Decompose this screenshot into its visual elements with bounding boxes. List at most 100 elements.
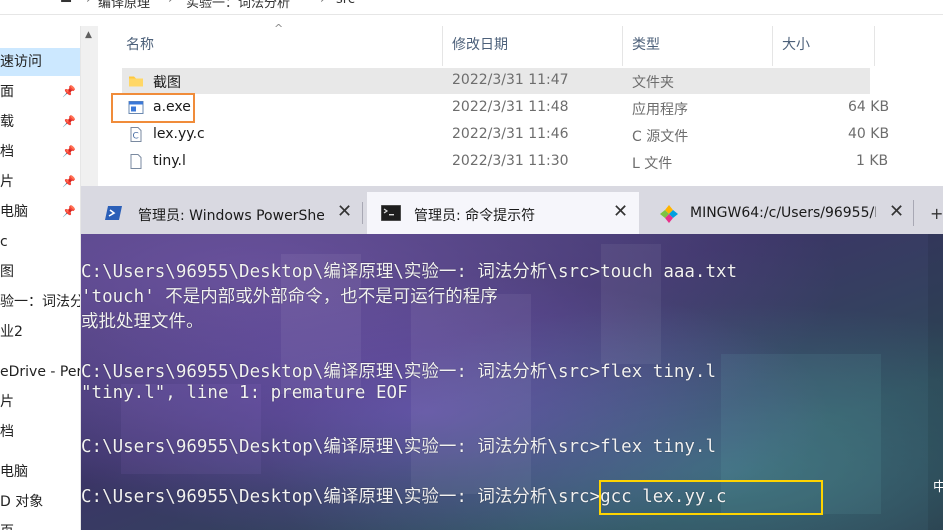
pin-icon: 📌	[62, 205, 76, 218]
tab-label: MINGW64:/c/Users/96955/D	[690, 205, 876, 221]
nav-item-label: 片	[0, 174, 14, 190]
nav-item-3d-objects[interactable]: D 对象	[0, 488, 80, 516]
new-tab-icon[interactable]: +	[930, 204, 943, 223]
nav-item-label: eDrive - Per	[0, 364, 80, 380]
file-name: 截图	[153, 75, 181, 91]
nav-item-desktop[interactable]: 面 📌	[0, 78, 80, 106]
breadcrumb-item[interactable]: 编译原理	[98, 0, 150, 11]
nav-item-lab1[interactable]: 验一：词法分	[0, 288, 80, 316]
tab-command-prompt[interactable]: 管理员: 命令提示符 ✕	[367, 192, 639, 234]
breadcrumb-item[interactable]: src	[336, 0, 355, 7]
folder-icon	[129, 76, 143, 87]
file-date: 2022/3/31 11:48	[452, 99, 569, 115]
nav-item-label: 电脑	[0, 204, 28, 220]
nav-item-label: 业2	[0, 324, 23, 340]
breadcrumb: ▬ › 编译原理 › 实验一：词法分析 › src	[0, 0, 943, 15]
close-icon[interactable]: ✕	[337, 201, 352, 222]
file-date: 2022/3/31 11:46	[452, 126, 569, 142]
nav-item-homework2[interactable]: 业2	[0, 318, 80, 346]
terminal-line: C:\Users\96955\Desktop\编译原理\实验一: 词法分析\sr…	[81, 262, 738, 282]
chevron-right-icon: ›	[86, 0, 91, 7]
column-divider[interactable]	[622, 26, 623, 66]
file-type: C 源文件	[632, 129, 689, 145]
chevron-right-icon: ›	[168, 0, 173, 7]
file-name: lex.yy.c	[153, 126, 205, 142]
file-name: tiny.l	[153, 153, 186, 169]
chevron-right-icon: ›	[320, 0, 325, 7]
cmd-icon	[381, 205, 401, 221]
file-size: 40 KB	[848, 126, 890, 142]
nav-item-label: D 对象	[0, 494, 44, 510]
file-row-screenshots[interactable]: 截图 2022/3/31 11:47 文件夹	[122, 68, 870, 94]
annotation-highlight-gcc-command	[599, 480, 823, 515]
nav-item-c[interactable]: c	[0, 228, 80, 256]
column-header-size[interactable]: 大小	[782, 34, 810, 54]
tab-powershell[interactable]: 管理员: Windows PowerShell ✕	[81, 192, 363, 234]
tab-label: 管理员: Windows PowerShell	[138, 208, 324, 224]
nav-item-this-pc[interactable]: 电脑 📌	[0, 198, 80, 226]
sort-ascending-icon: ^	[274, 22, 284, 35]
pin-icon: 📌	[62, 115, 76, 128]
background-decoration	[411, 294, 531, 494]
nav-item-label: 档	[0, 424, 14, 440]
nav-item-documents[interactable]: 档 📌	[0, 138, 80, 166]
nav-item-label: c	[0, 234, 8, 250]
file-list: ^ 名称 修改日期 类型 大小 截图 2022/3/31 11:47 文件夹 a…	[98, 22, 943, 196]
tab-divider	[362, 202, 363, 224]
breadcrumb-item[interactable]: 实验一：词法分析	[186, 0, 290, 11]
nav-item-videos[interactable]: 页	[0, 518, 80, 530]
file-date: 2022/3/31 11:30	[452, 153, 569, 169]
nav-item-this-pc-2[interactable]: 电脑	[0, 458, 80, 486]
file-type: L 文件	[632, 156, 673, 172]
annotation-highlight-a-exe	[111, 93, 195, 123]
nav-item-quick-access[interactable]: 速访问	[0, 48, 80, 76]
nav-item-screenshots[interactable]: 图	[0, 258, 80, 286]
file-row-a-exe[interactable]: a.exe 2022/3/31 11:48 应用程序 64 KB	[122, 95, 889, 121]
column-divider[interactable]	[772, 26, 773, 66]
pin-icon: 📌	[62, 175, 76, 188]
powershell-icon	[105, 206, 122, 220]
tab-mingw64[interactable]: MINGW64:/c/Users/96955/D ✕ +	[643, 192, 943, 234]
column-header-name[interactable]: 名称	[126, 34, 154, 54]
column-header-type[interactable]: 类型	[632, 34, 660, 54]
terminal-line: 'touch' 不是内部或外部命令，也不是可运行的程序	[81, 287, 498, 307]
tab-label: 管理员: 命令提示符	[414, 208, 536, 224]
close-icon[interactable]: ✕	[613, 201, 628, 222]
nav-item-label: 载	[0, 114, 14, 130]
folder-icon: ▬	[60, 0, 72, 7]
nav-item-label: 图	[0, 264, 14, 280]
nav-item-label: 面	[0, 84, 14, 100]
file-row-lex-yy-c[interactable]: C lex.yy.c 2022/3/31 11:46 C 源文件 40 KB	[122, 122, 889, 148]
navigation-pane: 速访问 面 📌 载 📌 档 📌 片 📌 电脑 📌 c 图 验一：词法分 业2 eDrive…	[0, 26, 80, 530]
file-type: 文件夹	[632, 75, 674, 91]
file-row-tiny-l[interactable]: tiny.l 2022/3/31 11:30 L 文件 1 KB	[122, 149, 888, 175]
nav-item-label: 速访问	[0, 54, 42, 70]
pin-icon: 📌	[62, 145, 76, 158]
nav-item-onedrive-pictures[interactable]: 片	[0, 388, 80, 416]
close-icon[interactable]: ✕	[889, 201, 904, 222]
file-icon	[130, 154, 142, 169]
mingw-icon	[660, 205, 678, 223]
column-divider[interactable]	[442, 26, 443, 66]
tab-divider	[913, 200, 914, 226]
pin-icon: 📌	[62, 85, 76, 98]
nav-item-pictures[interactable]: 片 📌	[0, 168, 80, 196]
nav-item-label: 电脑	[0, 464, 28, 480]
nav-item-label: 档	[0, 144, 14, 160]
nav-item-downloads[interactable]: 载 📌	[0, 108, 80, 136]
file-size: 64 KB	[848, 99, 890, 115]
file-date: 2022/3/31 11:47	[452, 72, 569, 88]
nav-item-onedrive[interactable]: eDrive - Per	[0, 358, 80, 386]
terminal-line: 或批处理文件。	[81, 312, 204, 332]
column-header-date[interactable]: 修改日期	[452, 34, 508, 54]
terminal-window: 管理员: Windows PowerShell ✕ 管理员: 命令提示符 ✕ M…	[81, 186, 943, 530]
ime-indicator[interactable]: 中	[933, 476, 943, 495]
file-size: 1 KB	[856, 153, 889, 169]
terminal-line: C:\Users\96955\Desktop\编译原理\实验一: 词法分析\sr…	[81, 362, 717, 382]
c-file-icon: C	[130, 127, 142, 142]
scroll-up-icon[interactable]: ▲	[85, 30, 92, 40]
column-divider[interactable]	[874, 26, 875, 66]
terminal-line: "tiny.l", line 1: premature EOF	[81, 383, 408, 403]
terminal-tab-bar: 管理员: Windows PowerShell ✕ 管理员: 命令提示符 ✕ M…	[81, 186, 943, 234]
nav-item-onedrive-documents[interactable]: 档	[0, 418, 80, 446]
